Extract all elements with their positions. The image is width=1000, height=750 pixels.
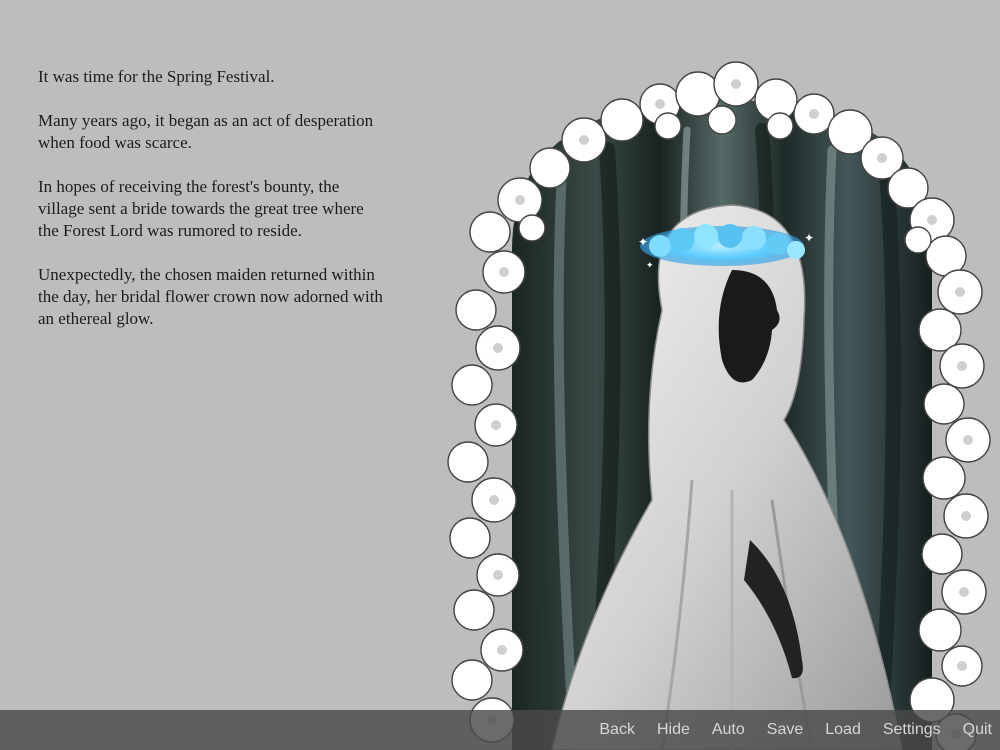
narration-paragraph: Many years ago, it began as an act of de… bbox=[38, 111, 374, 152]
save-button[interactable]: Save bbox=[767, 721, 803, 739]
hide-button[interactable]: Hide bbox=[657, 721, 690, 739]
narration-paragraph: It was time for the Spring Festival. bbox=[38, 67, 275, 86]
narration-text-area: It was time for the Spring Festival. Man… bbox=[38, 66, 383, 352]
load-button[interactable]: Load bbox=[825, 721, 861, 739]
bride-illustration: ✦ ✦ ✦ bbox=[447, 61, 991, 750]
game-stage[interactable]: It was time for the Spring Festival. Man… bbox=[0, 0, 1000, 750]
settings-button[interactable]: Settings bbox=[883, 721, 941, 739]
auto-button[interactable]: Auto bbox=[712, 721, 745, 739]
narration-paragraph: In hopes of receiving the forest's bount… bbox=[38, 177, 364, 240]
svg-text:✦: ✦ bbox=[804, 231, 814, 245]
back-button[interactable]: Back bbox=[599, 721, 635, 739]
quit-button[interactable]: Quit bbox=[963, 721, 992, 739]
quick-menu-buttons: Back Hide Auto Save Load Settings Quit bbox=[599, 710, 992, 750]
svg-text:✦: ✦ bbox=[638, 235, 648, 249]
narration-paragraph: Unexpectedly, the chosen maiden returned… bbox=[38, 265, 383, 328]
svg-text:✦: ✦ bbox=[646, 260, 654, 270]
quick-menu-bar: Back Hide Auto Save Load Settings Quit bbox=[0, 710, 1000, 750]
